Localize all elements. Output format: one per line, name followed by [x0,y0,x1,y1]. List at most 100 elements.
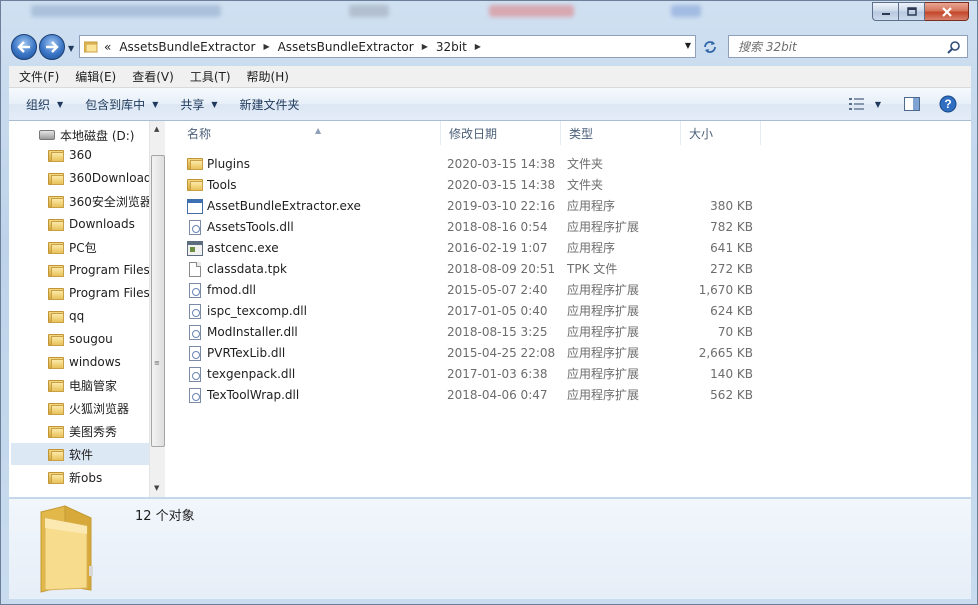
file-row[interactable]: astcenc.exe 2016-02-19 1:07 应用程序 641 KB [167,238,971,259]
file-size: 272 KB [710,262,753,276]
file-row[interactable]: Plugins 2020-03-15 14:38 文件夹 [167,154,971,175]
nav-folder[interactable]: 新obs [11,466,149,488]
chevron-down-icon: ▼ [57,99,64,109]
new-folder-button[interactable]: 新建文件夹 [231,90,309,118]
folder-icon [48,402,64,415]
folder-icon [187,178,203,193]
nav-folder[interactable]: qq [11,305,149,327]
file-row[interactable]: AssetBundleExtractor.exe 2019-03-10 22:1… [167,196,971,217]
nav-folder[interactable]: 360安全浏览器 [11,190,152,212]
folder-icon [48,310,64,323]
file-size: 624 KB [710,304,753,318]
folder-icon [48,333,64,346]
include-in-library-button[interactable]: 包含到库中 ▼ [76,90,167,118]
scroll-up-icon[interactable]: ▲ [154,125,159,133]
file-size: 782 KB [710,220,753,234]
file-type: 应用程序 [567,199,616,213]
breadcrumb-item[interactable]: 32bit [436,40,467,54]
nav-pane-scrollbar[interactable]: ▲ ≡ ▼ [149,121,165,497]
search-icon[interactable] [947,40,961,54]
nav-folder-selected[interactable]: 软件 [11,443,149,465]
scrollbar-thumb[interactable] [151,155,165,447]
file-date: 2016-02-19 1:07 [447,241,548,255]
column-name[interactable]: 名称 ▲ [179,121,441,145]
folder-icon [48,356,64,369]
help-button[interactable]: ? [937,93,959,115]
document-icon [189,262,201,277]
file-date: 2020-03-15 14:38 [447,178,556,192]
search-input[interactable] [738,39,948,54]
nav-folder-label: 新obs [69,470,103,485]
menu-view[interactable]: 查看(V) [124,66,182,88]
preview-pane-button[interactable] [901,93,923,115]
dll-icon [189,388,201,403]
nav-folder[interactable]: 美图秀秀 [11,420,149,442]
file-row[interactable]: classdata.tpk 2018-08-09 20:51 TPK 文件 27… [167,259,971,280]
change-view-button[interactable]: ▼ [845,93,885,115]
file-row[interactable]: AssetsTools.dll 2018-08-16 0:54 应用程序扩展 7… [167,217,971,238]
nav-folder[interactable]: PC包 [11,236,149,258]
menu-help[interactable]: 帮助(H) [239,66,297,88]
column-size[interactable]: 大小 [681,121,761,145]
maximize-button[interactable] [899,2,925,21]
file-row[interactable]: ModInstaller.dll 2018-08-15 3:25 应用程序扩展 … [167,322,971,343]
file-size: 562 KB [710,388,753,402]
dll-icon [189,283,201,298]
drive-d[interactable]: 本地磁盘 (D:) [9,124,134,146]
menu-file[interactable]: 文件(F) [11,66,67,88]
breadcrumb-chevron-icon[interactable]: ▶ [263,42,269,51]
file-name: AssetsTools.dll [207,220,294,234]
folder-icon [48,287,64,300]
minimize-button[interactable] [872,2,899,21]
nav-folder[interactable]: 电脑管家 [11,374,149,396]
refresh-button[interactable] [698,35,722,58]
breadcrumb-overflow[interactable]: « [104,40,111,54]
help-icon: ? [939,95,957,113]
breadcrumb-chevron-icon[interactable]: ▶ [475,42,481,51]
nav-folder[interactable]: 360Download [11,167,152,189]
menu-tools[interactable]: 工具(T) [182,66,239,88]
breadcrumb-chevron-icon[interactable]: ▶ [422,42,428,51]
address-dropdown-icon[interactable]: ▼ [685,41,691,50]
nav-folder[interactable]: Downloads [11,213,149,235]
nav-folder[interactable]: windows [11,351,149,373]
file-type: 应用程序扩展 [567,346,640,360]
close-button[interactable] [925,2,969,21]
nav-folder[interactable]: Program Files [11,282,150,304]
back-button[interactable] [11,34,37,60]
folder-icon [48,448,64,461]
share-label: 共享 [180,97,205,112]
background-strip [1,1,978,31]
menu-edit[interactable]: 编辑(E) [67,66,124,88]
file-row[interactable]: texgenpack.dll 2017-01-03 6:38 应用程序扩展 14… [167,364,971,385]
nav-folder-label: 360 [69,148,92,162]
breadcrumb-item[interactable]: AssetsBundleExtractor [278,40,414,54]
nav-folder[interactable]: sougou [11,328,149,350]
forward-button[interactable] [39,34,65,60]
content-area: 本地磁盘 (D:) 360 360Download 360安全浏览器 Downl… [9,121,971,497]
address-bar[interactable]: « AssetsBundleExtractor ▶ AssetsBundleEx… [79,35,696,58]
scroll-down-icon[interactable]: ▼ [154,484,159,492]
file-row[interactable]: fmod.dll 2015-05-07 2:40 应用程序扩展 1,670 KB [167,280,971,301]
search-box[interactable] [728,35,968,58]
nav-folder[interactable]: 火狐浏览器 [11,397,149,419]
column-headers: 名称 ▲ 修改日期 类型 大小 [167,121,971,145]
drive-label: 本地磁盘 (D:) [60,128,135,143]
nav-folder-label: sougou [69,332,113,346]
file-row[interactable]: PVRTexLib.dll 2015-04-25 22:08 应用程序扩展 2,… [167,343,971,364]
column-date[interactable]: 修改日期 [441,121,561,145]
nav-folder[interactable]: Program Files [11,259,150,281]
file-row[interactable]: TexToolWrap.dll 2018-04-06 0:47 应用程序扩展 5… [167,385,971,406]
nav-folder[interactable]: 360 [11,144,149,166]
column-type[interactable]: 类型 [561,121,681,145]
file-size: 70 KB [717,325,753,339]
file-row[interactable]: ispc_texcomp.dll 2017-01-05 0:40 应用程序扩展 … [167,301,971,322]
column-name-label: 名称 [187,127,212,141]
file-name: Plugins [207,157,250,171]
organize-button[interactable]: 组织 ▼ [17,90,72,118]
breadcrumb-item[interactable]: AssetsBundleExtractor [119,40,255,54]
share-button[interactable]: 共享 ▼ [171,90,226,118]
recent-pages-dropdown[interactable]: ▼ [68,44,74,53]
menu-bar: 文件(F) 编辑(E) 查看(V) 工具(T) 帮助(H) [9,66,971,88]
file-row[interactable]: Tools 2020-03-15 14:38 文件夹 [167,175,971,196]
